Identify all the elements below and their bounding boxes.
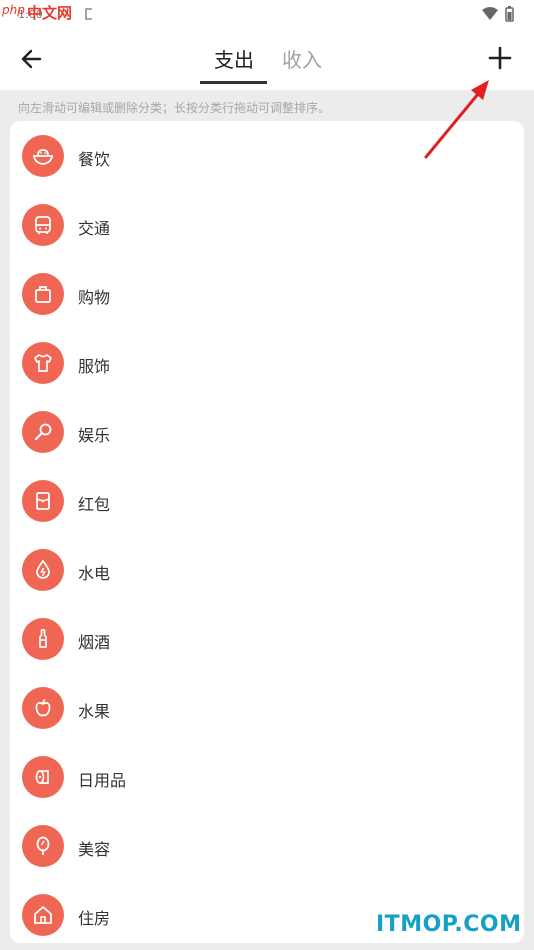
tab-expense[interactable]: 支出 (214, 44, 254, 73)
microphone-icon (34, 423, 52, 441)
category-label: 交通 (78, 219, 111, 238)
category-item-beauty[interactable]: 美容 (10, 812, 524, 881)
water-electric-icon (36, 559, 50, 579)
back-button[interactable] (18, 45, 46, 73)
arrow-left-icon (21, 49, 42, 69)
category-label: 住房 (78, 909, 111, 928)
category-label: 水电 (78, 564, 111, 583)
category-item-utilities[interactable]: 水电 (10, 536, 524, 605)
category-item-red-envelope[interactable]: 红包 (10, 467, 524, 536)
category-item-clothing[interactable]: 服饰 (10, 329, 524, 398)
category-item-fruit[interactable]: 水果 (10, 674, 524, 743)
red-envelope-icon (36, 492, 50, 510)
category-item-dining[interactable]: 餐饮 (10, 122, 524, 191)
notification-icon (85, 8, 97, 20)
hint-text: 向左滑动可编辑或删除分类；长按分类行拖动可调整排序。 (18, 101, 331, 115)
category-label: 日用品 (78, 771, 127, 790)
wifi-icon (482, 7, 498, 20)
category-label: 水果 (78, 702, 111, 721)
tissue-roll-icon (35, 770, 49, 784)
category-icon-bg (22, 756, 64, 798)
shirt-icon (34, 354, 52, 372)
apple-icon (35, 698, 51, 717)
shopping-bag-icon (35, 286, 51, 303)
category-item-shopping[interactable]: 购物 (10, 260, 524, 329)
category-icon-bg (22, 549, 64, 591)
category-icon-bg (22, 342, 64, 384)
site-logo: php (2, 3, 25, 17)
category-icon-bg (22, 411, 64, 453)
category-label: 服饰 (78, 357, 111, 376)
category-item-transport[interactable]: 交通 (10, 191, 524, 260)
category-icon-bg (22, 273, 64, 315)
tab-income[interactable]: 收入 (282, 44, 322, 73)
category-icon-bg (22, 480, 64, 522)
category-label: 红包 (78, 495, 111, 514)
category-label: 烟酒 (78, 633, 111, 652)
category-icon-bg (22, 894, 64, 936)
category-item-daily-goods[interactable]: 日用品 (10, 743, 524, 812)
category-icon-bg (22, 204, 64, 246)
add-category-button[interactable] (486, 44, 514, 72)
category-item-entertainment[interactable]: 娱乐 (10, 398, 524, 467)
category-item-tobacco-alcohol[interactable]: 烟酒 (10, 605, 524, 674)
category-icon-bg (22, 618, 64, 660)
category-icon-bg (22, 687, 64, 729)
rice-bowl-icon (32, 149, 54, 165)
category-list: 餐饮 交通 购物 服饰 娱乐 红包 水电 烟酒 水果 日用品 美容 住房 (10, 121, 524, 943)
bus-icon (35, 216, 51, 234)
status-right-icons (480, 5, 520, 27)
tab-active-indicator (200, 81, 267, 84)
bottle-icon (39, 629, 47, 648)
watermark: ITMOP.COM (376, 912, 522, 937)
category-label: 餐饮 (78, 150, 111, 169)
plus-icon (488, 46, 512, 70)
category-label: 购物 (78, 288, 111, 307)
category-icon-bg (22, 135, 64, 177)
battery-icon (505, 6, 514, 22)
category-icon-bg (22, 825, 64, 867)
mirror-icon (36, 836, 50, 855)
category-label: 美容 (78, 840, 111, 859)
house-icon (34, 906, 52, 924)
notification-icons (62, 6, 97, 25)
category-label: 娱乐 (78, 426, 111, 445)
status-bar: 1:00 php 中文网 (0, 0, 534, 28)
header: 支出 收入 (0, 28, 534, 90)
